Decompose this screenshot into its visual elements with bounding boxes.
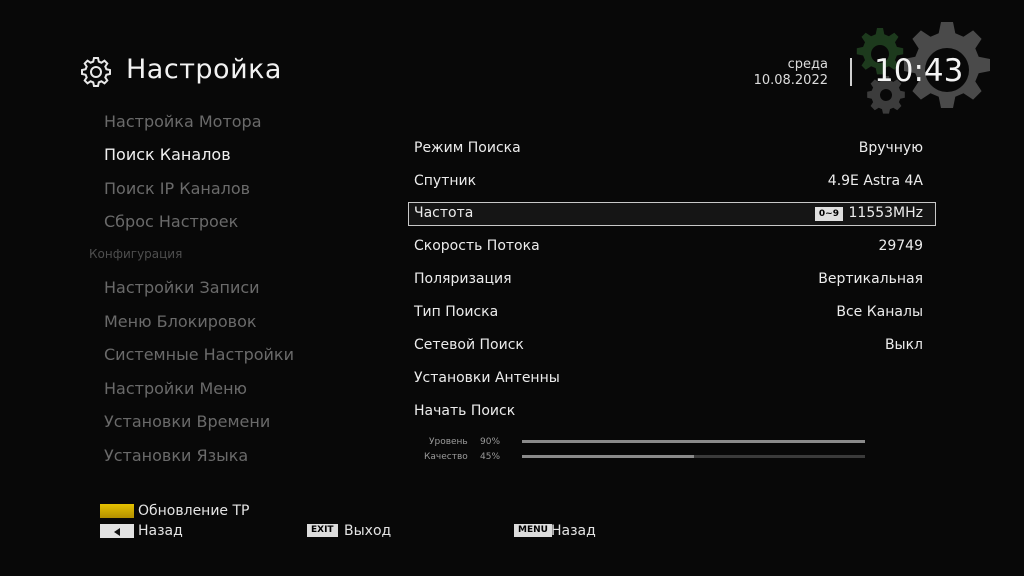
setting-row-symbol-rate[interactable]: Скорость Потока 29749 <box>408 235 936 259</box>
left-arrow-icon <box>114 528 120 536</box>
setting-row-search-type[interactable]: Тип Поиска Все Каналы <box>408 301 936 325</box>
setting-value: 29749 <box>878 238 923 254</box>
exit-key-icon[interactable]: EXIT <box>307 524 338 537</box>
date-label: 10.08.2022 <box>753 73 828 88</box>
setting-value: 4.9E Astra 4A <box>827 173 923 189</box>
setting-row-frequency[interactable]: Частота 0~9 11553MHz <box>408 202 936 226</box>
setting-label: Сетевой Поиск <box>414 337 524 353</box>
signal-quality-percent: 45% <box>480 452 501 462</box>
menu-item-ip-channel-search[interactable]: Поиск IP Каналов <box>104 179 250 198</box>
menu-item-channel-search[interactable]: Поиск Каналов <box>104 145 231 164</box>
setting-row-satellite[interactable]: Спутник 4.9E Astra 4A <box>408 170 936 194</box>
menu-item-parental-lock[interactable]: Меню Блокировок <box>104 312 257 331</box>
weekday-label: среда <box>787 57 828 72</box>
menu-item-menu-settings[interactable]: Настройки Меню <box>104 379 247 398</box>
setting-label: Поляризация <box>414 271 512 287</box>
menu-item-time-settings[interactable]: Установки Времени <box>104 412 270 431</box>
menu-item-system-settings[interactable]: Системные Настройки <box>104 345 294 364</box>
menu-item-factory-reset[interactable]: Сброс Настроек <box>104 212 238 231</box>
menu-item-recording-settings[interactable]: Настройки Записи <box>104 278 260 297</box>
yellow-key-icon[interactable] <box>100 504 134 518</box>
menu-category-configuration: Конфигурация <box>89 247 183 261</box>
back-label: Назад <box>138 523 183 539</box>
setting-label: Спутник <box>414 173 477 189</box>
page-title: Настройка <box>126 54 282 85</box>
signal-quality-fill <box>522 455 694 458</box>
clock: 10:43 <box>874 53 964 89</box>
setting-label: Установки Антенны <box>414 370 560 386</box>
menu-item-language-settings[interactable]: Установки Языка <box>104 446 248 465</box>
signal-level-label: Уровень <box>429 437 468 447</box>
menu-back-label: Назад <box>551 523 596 539</box>
setting-value: Все Каналы <box>836 304 923 320</box>
setting-row-polarization[interactable]: Поляризация Вертикальная <box>408 268 936 292</box>
setting-value: Вертикальная <box>818 271 923 287</box>
signal-level-bar <box>522 440 865 443</box>
menu-key-icon[interactable]: MENU <box>514 524 552 537</box>
setting-row-network-search[interactable]: Сетевой Поиск Выкл <box>408 334 936 358</box>
setting-label: Частота <box>414 205 474 221</box>
header-separator <box>850 58 852 86</box>
setting-row-start-search[interactable]: Начать Поиск <box>408 400 936 424</box>
frequency-input[interactable]: 11553MHz <box>849 205 924 221</box>
setting-label: Режим Поиска <box>414 140 521 156</box>
setting-label: Скорость Потока <box>414 238 540 254</box>
signal-level-fill <box>522 440 865 443</box>
setting-row-antenna-setup[interactable]: Установки Антенны <box>408 367 936 391</box>
setting-label: Тип Поиска <box>414 304 499 320</box>
menu-item-motor-setup[interactable]: Настройка Мотора <box>104 112 262 131</box>
setting-value: Вручную <box>858 140 923 156</box>
left-arrow-key-icon[interactable] <box>100 524 134 538</box>
update-tp-label: Обновление TP <box>138 503 250 519</box>
signal-quality-bar <box>522 455 865 458</box>
setting-row-search-mode[interactable]: Режим Поиска Вручную <box>408 137 936 161</box>
signal-level-percent: 90% <box>480 437 501 447</box>
exit-label: Выход <box>344 523 392 539</box>
setting-value: Выкл <box>884 337 923 353</box>
setting-label: Начать Поиск <box>414 403 516 419</box>
numeric-input-tag: 0~9 <box>814 207 843 221</box>
signal-quality-label: Качество <box>424 452 468 462</box>
settings-gear-icon <box>81 57 111 87</box>
